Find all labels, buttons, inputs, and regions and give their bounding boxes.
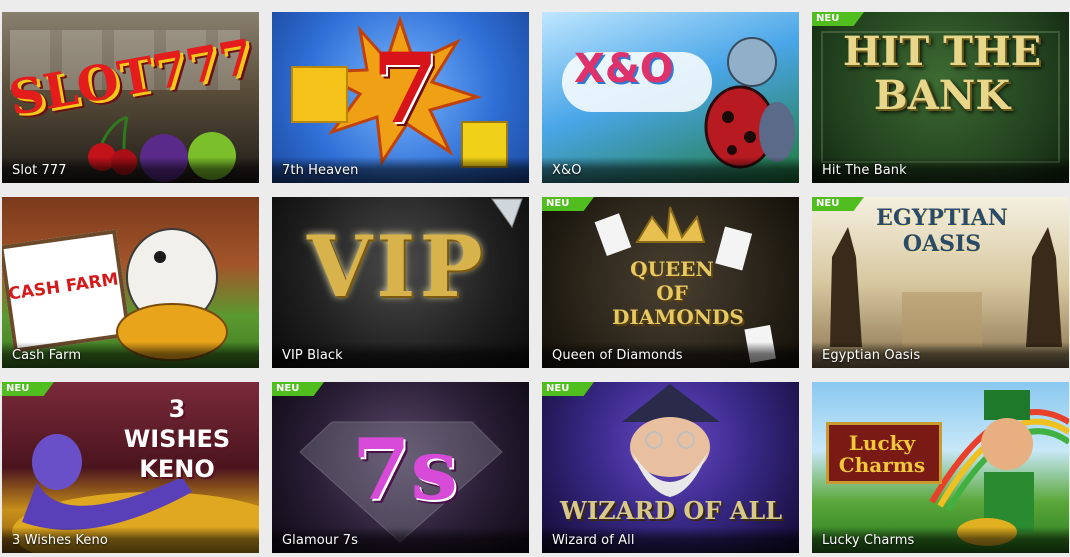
game-title: 7th Heaven <box>282 163 359 178</box>
game-title: Lucky Charms <box>822 533 915 548</box>
game-logo: WIZARD OF ALL <box>560 496 783 525</box>
ladybug-icon <box>704 37 795 169</box>
game-title: Queen of Diamonds <box>552 348 683 363</box>
game-tile-wizard-of-all[interactable]: WIZARD OF ALL Wizard of All NEU <box>542 382 799 553</box>
game-tile-lucky-charms[interactable]: Lucky Charms Lucky Charms <box>812 382 1069 553</box>
game-logo: EGYPTIAN OASIS <box>876 205 1008 257</box>
game-logo: 7s <box>352 420 458 519</box>
game-tile-slot-777[interactable]: SLOT777 Slot 777 <box>2 12 259 183</box>
game-title: Slot 777 <box>12 163 67 178</box>
game-logo: Lucky Charms <box>838 431 926 477</box>
game-title: Egyptian Oasis <box>822 348 921 363</box>
game-logo: QUEEN OF DIAMONDS <box>612 257 744 329</box>
game-tile-egyptian-oasis[interactable]: EGYPTIAN OASIS Egyptian Oasis NEU <box>812 197 1069 368</box>
game-title: Wizard of All <box>552 533 635 548</box>
game-tile-glamour-7s[interactable]: 7s Glamour 7s NEU <box>272 382 529 553</box>
game-tile-queen-of-diamonds[interactable]: QUEEN OF DIAMONDS Queen of Diamonds NEU <box>542 197 799 368</box>
game-logo: HIT THE BANK <box>842 28 1042 119</box>
game-tile-vip-black[interactable]: VIP VIP Black <box>272 197 529 368</box>
game-tile-hit-the-bank[interactable]: HIT THE BANK Hit The Bank NEU <box>812 12 1069 183</box>
game-title: Glamour 7s <box>282 533 359 548</box>
game-title: Cash Farm <box>12 348 82 363</box>
game-logo: 3 WISHES KENO <box>123 395 231 483</box>
game-tile-7th-heaven[interactable]: 7 7th Heaven <box>272 12 529 183</box>
game-tile-3-wishes-keno[interactable]: 3 WISHES KENO 3 Wishes Keno NEU <box>2 382 259 553</box>
game-title: Hit The Bank <box>822 163 907 178</box>
game-title: X&O <box>552 163 582 178</box>
game-tile-cash-farm[interactable]: CASH FARM Cash Farm <box>2 197 259 368</box>
game-title: 3 Wishes Keno <box>12 533 108 548</box>
game-tile-x-and-o[interactable]: X&O X&O <box>542 12 799 183</box>
game-logo: X&O <box>574 46 674 92</box>
game-title: VIP Black <box>282 348 343 363</box>
game-logo: 7 <box>372 32 439 145</box>
game-grid: SLOT777 Slot 777 7 7th Heaven X&O X&O HI… <box>2 12 1069 553</box>
game-logo: VIP <box>307 217 487 316</box>
